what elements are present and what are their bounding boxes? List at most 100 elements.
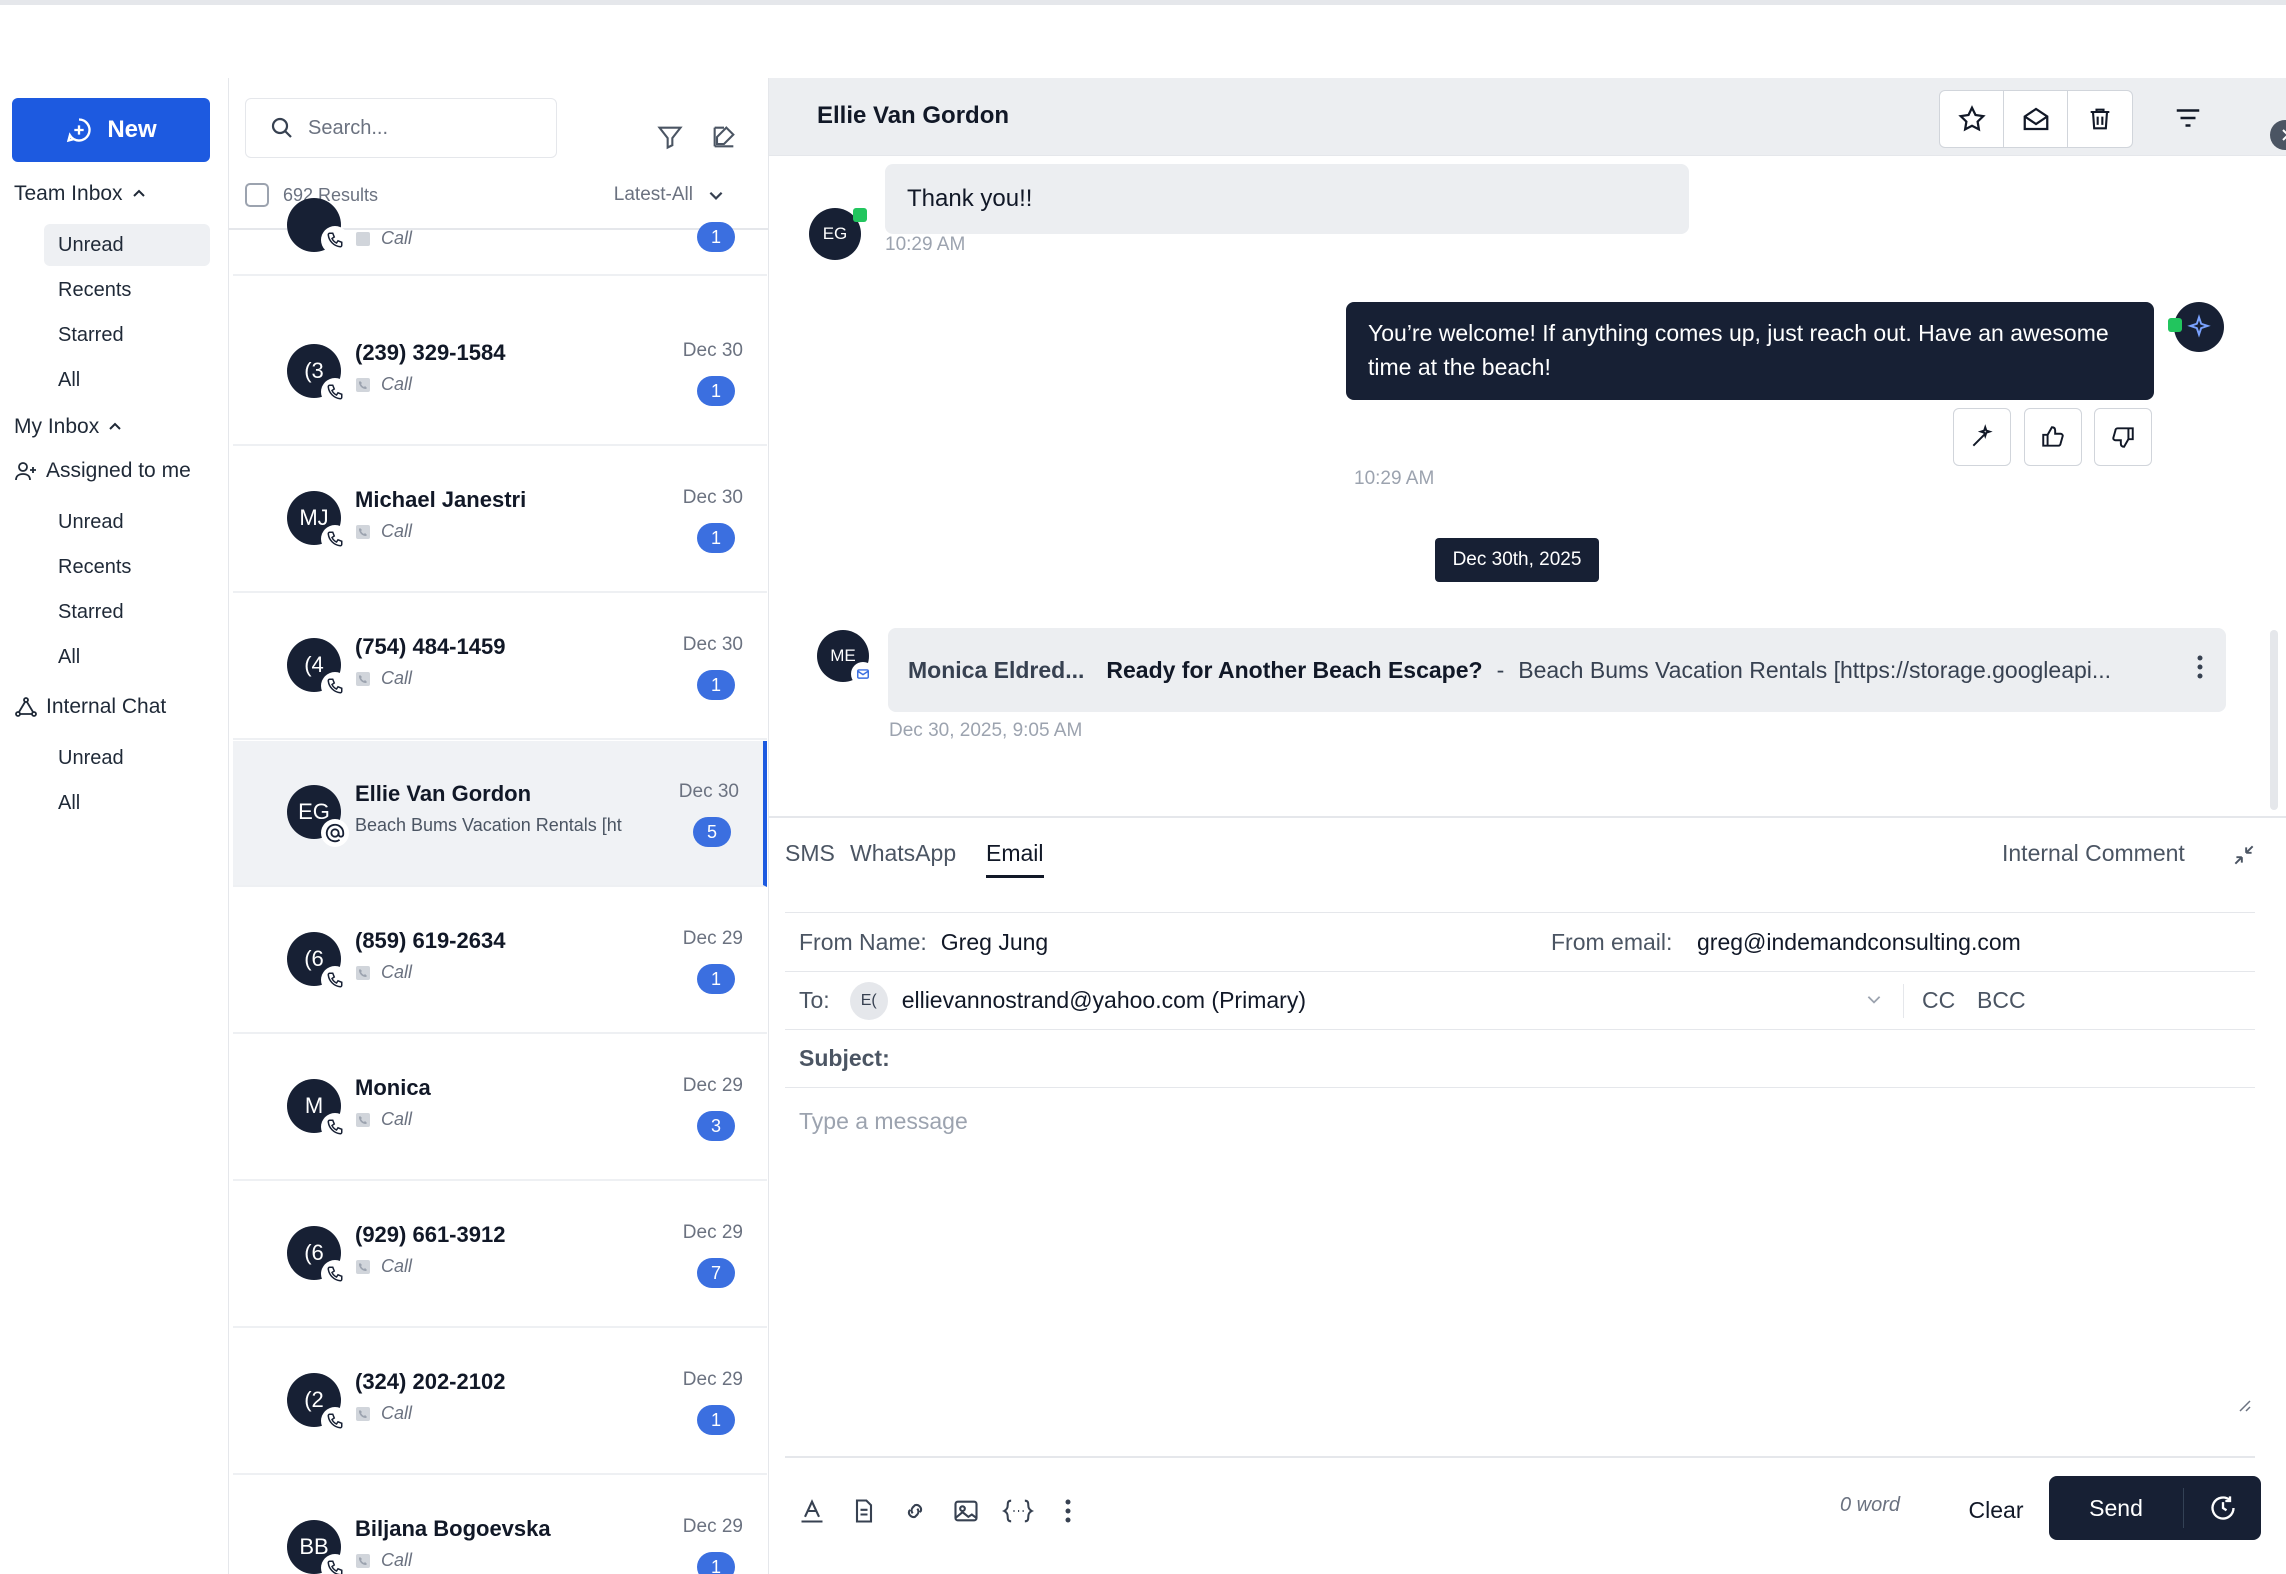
unread-count: 1: [697, 222, 735, 252]
list-item[interactable]: (2 (324) 202-2102 Call Dec 29 1: [233, 1329, 767, 1475]
assigned-to-me-header[interactable]: Assigned to me: [14, 459, 191, 483]
from-name-value[interactable]: Greg Jung: [941, 929, 1048, 956]
template-button[interactable]: [847, 1494, 881, 1528]
recipient-avatar: E(: [849, 981, 888, 1020]
more-tools-button[interactable]: [1051, 1494, 1085, 1528]
internal-chat-unread[interactable]: Unread: [44, 737, 210, 779]
image-button[interactable]: [949, 1494, 983, 1528]
schedule-clock-icon: [2210, 1496, 2235, 1520]
conversation-name: (859) 619-2634: [355, 928, 506, 953]
conv-subtitle: Call: [355, 1109, 412, 1130]
minimize-composer-button[interactable]: [2231, 842, 2257, 873]
more-vertical-icon: [2197, 655, 2203, 679]
email-sender: Monica Eldred...: [908, 656, 1085, 683]
team-inbox-header[interactable]: Team Inbox: [14, 182, 147, 206]
send-button[interactable]: Send: [2049, 1476, 2261, 1540]
list-item[interactable]: Call 1: [233, 148, 767, 276]
recipient-value[interactable]: ellievannostrand@yahoo.com (Primary): [902, 987, 1306, 1014]
search-input[interactable]: Search...: [308, 117, 388, 140]
ai-regenerate-button[interactable]: [1953, 408, 2011, 466]
sidebar: New Team Inbox Unread Recents Starred Al…: [0, 78, 229, 1574]
assigned-unread[interactable]: Unread: [44, 501, 210, 543]
conv-subtitle-text: Call: [381, 668, 413, 688]
list-item[interactable]: (6 (929) 661-3912 Call Dec 29 7: [233, 1182, 767, 1328]
my-inbox-header[interactable]: My Inbox: [14, 415, 123, 439]
list-item[interactable]: MJ Michael Janestri Call Dec 30 1: [233, 447, 767, 593]
conversation-name: (754) 484-1459: [355, 634, 506, 659]
assigned-starred[interactable]: Starred: [44, 591, 210, 633]
email-timestamp: Dec 30, 2025, 9:05 AM: [889, 720, 1083, 741]
more-options-button[interactable]: [2196, 654, 2204, 686]
conv-subtitle: Call: [355, 668, 412, 689]
call-icon: [356, 231, 370, 246]
message-input[interactable]: Type a message: [799, 1108, 968, 1135]
list-item[interactable]: M Monica Call Dec 29 3: [233, 1035, 767, 1181]
network-icon: [15, 697, 37, 717]
list-item[interactable]: (3 (239) 329-1584 Call Dec 30 1: [233, 300, 767, 446]
subject-row[interactable]: Subject:: [785, 1030, 2255, 1088]
filter-lines-button[interactable]: [2168, 100, 2208, 136]
conversation-date: Dec 30: [682, 487, 743, 508]
phone-icon: [327, 678, 343, 694]
delete-button[interactable]: [2068, 91, 2132, 147]
schedule-send-button[interactable]: [2184, 1494, 2261, 1522]
tab-internal-comment[interactable]: Internal Comment: [2002, 840, 2185, 867]
message-timestamp: 10:29 AM: [885, 234, 966, 255]
phone-badge: [321, 226, 349, 254]
chevron-down-icon: [1867, 996, 1881, 1004]
email-preview: Beach Bums Vacation Rentals [https://sto…: [1518, 656, 2112, 683]
list-item[interactable]: EG Ellie Van Gordon Beach Bums Vacation Re…: [233, 741, 767, 887]
call-icon: [356, 1259, 370, 1274]
from-row: From Name: Greg Jung From email: greg@in…: [785, 914, 2255, 972]
star-button[interactable]: [1940, 91, 2004, 147]
phone-icon: [327, 1413, 343, 1429]
document-icon: [855, 1499, 873, 1523]
internal-chat-header[interactable]: Internal Chat: [14, 695, 166, 719]
list-item[interactable]: BB Biljana Bogoevska Call Dec 29 1: [233, 1476, 767, 1574]
thumbs-down-button[interactable]: [2094, 408, 2152, 466]
chevron-up-icon: [109, 422, 121, 430]
assigned-all[interactable]: All: [44, 636, 210, 678]
clear-button[interactable]: Clear: [1951, 1484, 2041, 1536]
conversation-name: Michael Janestri: [355, 487, 527, 512]
chat-header: Ellie Van Gordon: [769, 78, 2286, 156]
team-inbox-unread[interactable]: Unread: [44, 224, 210, 266]
team-inbox-starred[interactable]: Starred: [44, 314, 210, 356]
conv-subtitle: Call: [355, 374, 412, 395]
trash-icon: [2090, 108, 2110, 130]
tab-sms[interactable]: SMS: [785, 840, 835, 867]
resize-handle[interactable]: [2235, 1396, 2251, 1417]
team-inbox-all[interactable]: All: [44, 359, 210, 401]
custom-values-button[interactable]: [1001, 1494, 1035, 1528]
tab-whatsapp[interactable]: WhatsApp: [850, 840, 956, 867]
chat-scrollbar[interactable]: [2270, 630, 2278, 810]
unread-count: 1: [697, 523, 735, 553]
assigned-recents[interactable]: Recents: [44, 546, 210, 588]
assigned-to-me-label: Assigned to me: [46, 459, 191, 482]
tab-email[interactable]: Email: [986, 840, 1044, 878]
link-button[interactable]: [898, 1494, 932, 1528]
list-item[interactable]: (6 (859) 619-2634 Call Dec 29 1: [233, 888, 767, 1034]
conversation-name: (324) 202-2102: [355, 1369, 506, 1394]
thumbs-up-button[interactable]: [2024, 408, 2082, 466]
bcc-button[interactable]: BCC: [1977, 987, 2026, 1014]
from-email-value[interactable]: greg@indemandconsulting.com: [1697, 929, 2021, 956]
phone-badge: [321, 1554, 349, 1574]
team-inbox-recents[interactable]: Recents: [44, 269, 210, 311]
text-format-button[interactable]: [795, 1494, 829, 1528]
email-message[interactable]: Monica Eldred... Ready for Another Beach…: [888, 628, 2226, 712]
internal-chat-all[interactable]: All: [44, 782, 210, 824]
send-label: Send: [2089, 1494, 2143, 1521]
call-icon: [356, 1406, 370, 1421]
search-icon: [271, 117, 292, 138]
collapse-panel-button[interactable]: [2270, 120, 2286, 150]
email-badge: [321, 819, 349, 847]
my-inbox-label: My Inbox: [14, 415, 100, 438]
new-button[interactable]: New: [12, 98, 210, 162]
conversation-name: Monica: [355, 1075, 431, 1100]
recipient-dropdown[interactable]: [1865, 987, 1883, 1014]
conv-subtitle-text: Call: [381, 374, 413, 394]
cc-button[interactable]: CC: [1922, 987, 1955, 1014]
mark-read-button[interactable]: [2004, 91, 2068, 147]
list-item[interactable]: (4 (754) 484-1459 Call Dec 30 1: [233, 594, 767, 740]
